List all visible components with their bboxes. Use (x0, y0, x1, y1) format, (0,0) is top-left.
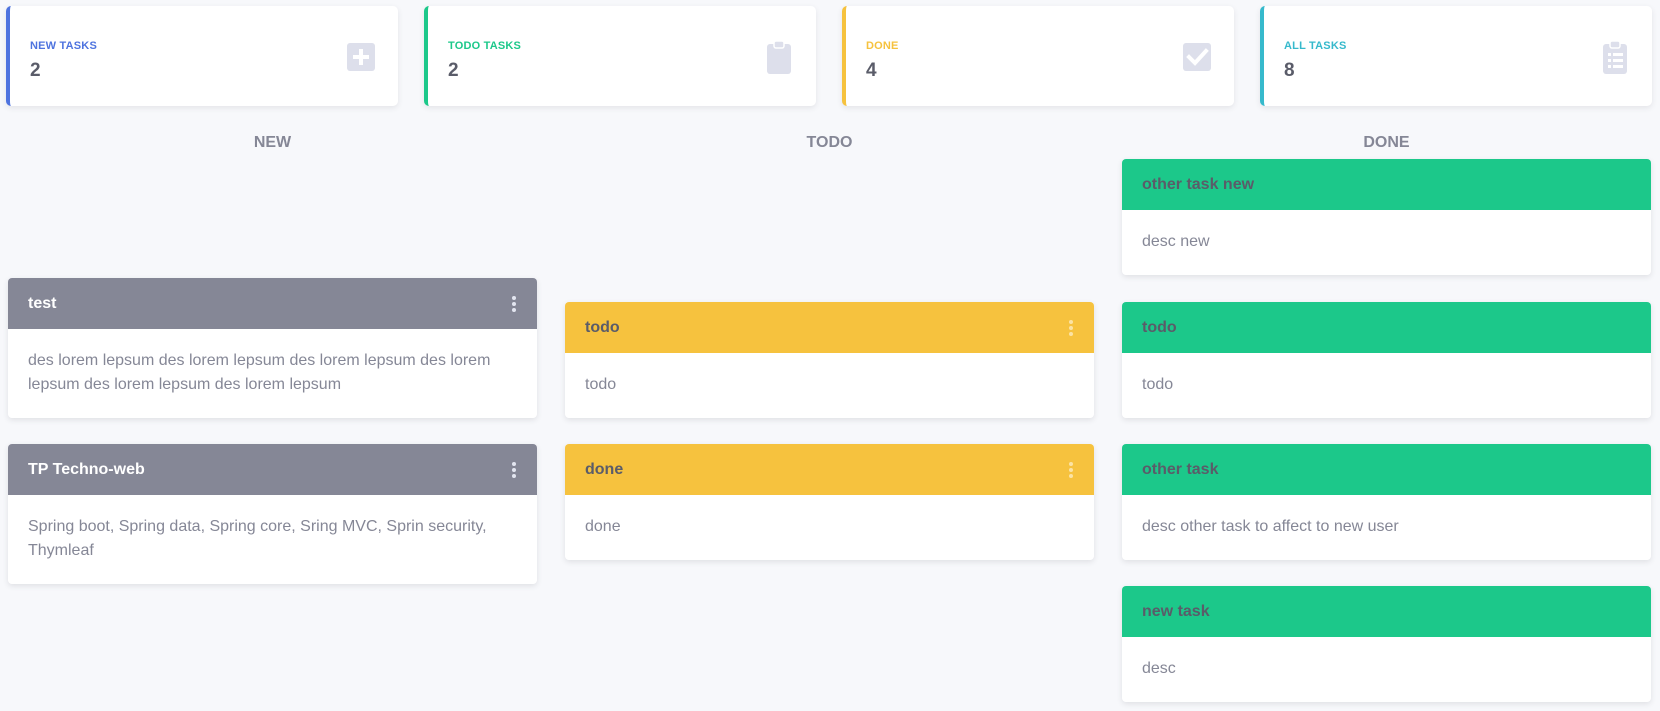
stats-row: NEW TASKS 2 TODO TASKS 2 DONE 4 ALL TASK… (0, 0, 1660, 110)
task-title: other task new (1142, 175, 1255, 193)
stat-card-todo-tasks: TODO TASKS 2 (424, 6, 816, 106)
task-card[interactable]: done done (565, 444, 1094, 560)
column-header-done: DONE (1363, 134, 1410, 151)
stat-value: 8 (1284, 60, 1295, 81)
column-header-new: NEW (253, 134, 292, 151)
stat-card-done: DONE 4 (842, 6, 1234, 106)
task-header: todo (1122, 302, 1651, 353)
more-options-icon[interactable] (1068, 319, 1074, 336)
task-title: test (28, 294, 57, 312)
clipboard-list-icon (1603, 40, 1627, 74)
task-card[interactable]: other task desc other task to affect to … (1122, 444, 1651, 560)
stat-card-all-tasks: ALL TASKS 8 (1260, 6, 1652, 106)
task-card[interactable]: todo todo (1122, 302, 1651, 418)
more-options-icon[interactable] (511, 295, 517, 312)
stat-card-new-tasks: NEW TASKS 2 (6, 6, 398, 106)
task-title: TP Techno-web (28, 460, 145, 478)
stat-label: NEW TASKS (30, 40, 97, 52)
stat-value: 2 (30, 60, 41, 81)
task-card[interactable]: other task new desc new (1122, 159, 1651, 275)
task-description: des lorem lepsum des lorem lepsum des lo… (28, 352, 491, 393)
more-options-icon[interactable] (1068, 461, 1074, 478)
task-description: Spring boot, Spring data, Spring core, S… (28, 518, 487, 559)
task-title: other task (1142, 460, 1219, 478)
task-description: todo (585, 376, 617, 393)
task-title: todo (585, 318, 620, 336)
task-title: done (585, 460, 624, 478)
task-header: other task (1122, 444, 1651, 495)
stat-label: TODO TASKS (448, 40, 522, 52)
task-description: desc new (1142, 233, 1210, 250)
column-header-todo: TODO (806, 134, 853, 151)
clipboard-icon (767, 40, 791, 74)
task-description: desc other task to affect to new user (1142, 518, 1399, 535)
task-header: todo (565, 302, 1094, 353)
task-header: TP Techno-web (8, 444, 537, 495)
task-card[interactable]: todo todo (565, 302, 1094, 418)
task-header: done (565, 444, 1094, 495)
task-header: test (8, 278, 537, 329)
task-description: todo (1142, 376, 1174, 393)
task-description: desc (1142, 660, 1176, 677)
task-title: todo (1142, 318, 1177, 336)
stat-value: 4 (866, 60, 877, 81)
task-title: new task (1142, 602, 1210, 620)
task-description: done (585, 518, 621, 535)
task-header: other task new (1122, 159, 1651, 210)
task-card[interactable]: new task desc (1122, 586, 1651, 702)
stat-label: ALL TASKS (1284, 40, 1347, 52)
plus-square-icon (347, 43, 375, 71)
task-header: new task (1122, 586, 1651, 637)
stat-value: 2 (448, 60, 459, 81)
task-card[interactable]: test des lorem lepsum des lorem lepsum d… (8, 278, 537, 418)
task-card[interactable]: TP Techno-web Spring boot, Spring data, … (8, 444, 537, 584)
more-options-icon[interactable] (511, 461, 517, 478)
check-square-icon (1183, 43, 1211, 71)
stat-label: DONE (866, 40, 899, 52)
